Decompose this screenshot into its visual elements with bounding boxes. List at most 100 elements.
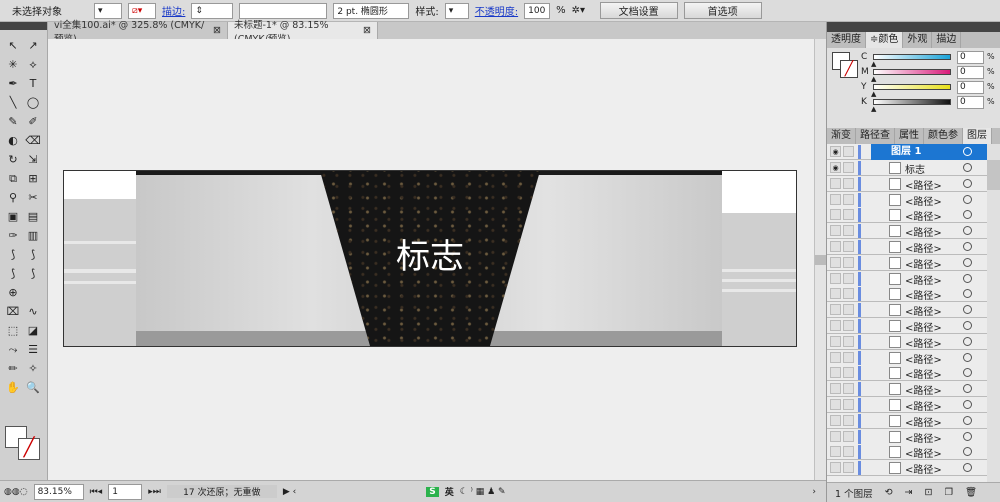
channel-slider[interactable] bbox=[873, 69, 951, 75]
tool-icon[interactable]: ↻ bbox=[4, 152, 22, 168]
panel-tab[interactable]: 颜色参 bbox=[924, 128, 963, 144]
tool-icon[interactable]: ✒ bbox=[4, 76, 22, 92]
target-icon[interactable] bbox=[963, 257, 972, 267]
lock-toggle[interactable] bbox=[843, 462, 854, 474]
visibility-icon[interactable] bbox=[830, 335, 841, 347]
lock-toggle[interactable] bbox=[843, 414, 854, 426]
lock-toggle[interactable] bbox=[843, 256, 854, 268]
hscroll-right[interactable]: › bbox=[812, 487, 816, 497]
layer-item[interactable]: <路径> bbox=[827, 191, 987, 208]
tool-icon[interactable]: ⬚ bbox=[4, 323, 22, 339]
tool-icon[interactable]: ⚲ bbox=[4, 190, 22, 206]
close-icon[interactable]: ⊠ bbox=[363, 25, 371, 36]
opacity-link[interactable]: 不透明度: bbox=[475, 3, 518, 18]
tool-icon[interactable]: ⊞ bbox=[24, 171, 42, 187]
delete-layer-icon[interactable]: 🗑 bbox=[965, 487, 977, 498]
visibility-icon[interactable] bbox=[830, 177, 841, 189]
target-icon[interactable] bbox=[963, 400, 972, 409]
lock-toggle[interactable] bbox=[843, 288, 854, 300]
slider-handle[interactable]: ▲ bbox=[871, 60, 876, 68]
lock-toggle[interactable] bbox=[843, 225, 854, 237]
visibility-icon[interactable] bbox=[830, 272, 841, 284]
target-icon[interactable] bbox=[963, 289, 972, 299]
channel-slider[interactable] bbox=[873, 54, 951, 60]
tool-icon[interactable]: ⊕ bbox=[4, 285, 22, 301]
tab-document-2[interactable]: 未标题-1* @ 83.15% (CMYK/预览)⊠ bbox=[228, 20, 378, 45]
tool-icon[interactable]: ✂ bbox=[24, 190, 42, 206]
zoom-select[interactable]: 83.15% bbox=[33, 483, 84, 500]
tab-document-1[interactable]: vi全集100.ai* @ 325.8% (CMYK/预览)⊠ bbox=[48, 20, 228, 45]
tool-icon[interactable]: ⟆ bbox=[4, 247, 22, 263]
opacity-input[interactable]: 100 bbox=[524, 2, 551, 19]
channel-value[interactable]: 0 bbox=[957, 51, 984, 64]
layer-item[interactable]: <路径> bbox=[827, 365, 987, 382]
tool-icon[interactable]: ✏ bbox=[4, 361, 22, 377]
layers-scrollbar[interactable] bbox=[987, 144, 1000, 482]
layer-item[interactable]: <路径> bbox=[827, 333, 987, 350]
visibility-icon[interactable] bbox=[830, 462, 841, 474]
tool-icon[interactable]: ⌧ bbox=[4, 304, 22, 320]
tool-icon[interactable]: ☰ bbox=[24, 342, 42, 358]
target-icon[interactable] bbox=[963, 305, 972, 315]
visibility-icon[interactable] bbox=[830, 351, 841, 363]
status-menu-arrow[interactable]: ▶ ‹ bbox=[283, 487, 296, 497]
tool-icon[interactable]: ▣ bbox=[4, 209, 22, 225]
visibility-icon[interactable]: ◉ bbox=[830, 146, 841, 157]
channel-value[interactable]: 0 bbox=[957, 66, 984, 79]
target-icon[interactable] bbox=[963, 447, 972, 457]
layer-item[interactable]: <路径> bbox=[827, 254, 987, 271]
visibility-icon[interactable] bbox=[830, 209, 841, 221]
slider-handle[interactable]: ▲ bbox=[871, 105, 876, 113]
tool-icon[interactable]: ◯ bbox=[24, 95, 42, 111]
slider-handle[interactable]: ▲ bbox=[871, 90, 876, 98]
tool-icon[interactable]: ↖ bbox=[4, 38, 22, 54]
recolor-icon[interactable]: ✲▾ bbox=[572, 5, 594, 16]
lock-toggle[interactable] bbox=[843, 146, 854, 157]
style-select[interactable]: ▾ bbox=[444, 2, 469, 19]
tool-icon[interactable]: ⟆ bbox=[24, 266, 42, 282]
visibility-icon[interactable]: ◉ bbox=[830, 162, 841, 173]
tool-icon[interactable]: ⟆ bbox=[4, 266, 22, 282]
lock-toggle[interactable] bbox=[843, 446, 854, 458]
visibility-icon[interactable] bbox=[830, 430, 841, 442]
tool-icon[interactable]: ⌫ bbox=[24, 133, 42, 149]
visibility-icon[interactable] bbox=[830, 414, 841, 426]
channel-value[interactable]: 0 bbox=[957, 81, 984, 94]
lock-toggle[interactable] bbox=[843, 209, 854, 221]
layer-item[interactable]: <路径> bbox=[827, 239, 987, 255]
target-icon[interactable] bbox=[963, 321, 972, 330]
tool-icon[interactable]: T bbox=[24, 76, 42, 92]
layer-item[interactable]: <路径> bbox=[827, 381, 987, 398]
visibility-icon[interactable] bbox=[830, 288, 841, 300]
visibility-icon[interactable] bbox=[830, 304, 841, 316]
ime-language[interactable]: 英 bbox=[445, 485, 454, 498]
visibility-icon[interactable] bbox=[830, 241, 841, 252]
tool-icon[interactable]: ✐ bbox=[24, 114, 42, 130]
panel-tab[interactable]: ≑颜色 bbox=[866, 32, 904, 48]
tool-icon[interactable]: ✎ bbox=[4, 114, 22, 130]
target-icon[interactable] bbox=[963, 242, 972, 251]
tool-icon[interactable]: ✧ bbox=[24, 361, 42, 377]
visibility-icon[interactable] bbox=[830, 320, 841, 331]
tool-icon[interactable]: ✳ bbox=[4, 57, 22, 73]
layer-item[interactable]: <路径> bbox=[827, 412, 987, 429]
tool-icon[interactable]: ⟡ bbox=[24, 57, 42, 73]
ime-logo-icon[interactable]: S bbox=[426, 486, 439, 497]
layer-item[interactable]: <路径> bbox=[827, 460, 987, 477]
lock-toggle[interactable] bbox=[843, 162, 854, 173]
lock-toggle[interactable] bbox=[843, 430, 854, 442]
panel-tab[interactable]: 渐变 bbox=[827, 128, 856, 144]
preferences-button[interactable]: 首选项 bbox=[683, 2, 762, 19]
layer-item[interactable]: <路径> bbox=[827, 318, 987, 334]
tool-icon[interactable]: ⟆ bbox=[24, 247, 42, 263]
lock-toggle[interactable] bbox=[843, 351, 854, 363]
panel-tab[interactable]: 透明度 bbox=[827, 32, 866, 48]
tool-icon[interactable]: ◐ bbox=[4, 133, 22, 149]
layer-item[interactable]: <路径> bbox=[827, 397, 987, 413]
tool-icon[interactable]: ◪ bbox=[24, 323, 42, 339]
slider-handle[interactable]: ▲ bbox=[871, 75, 876, 83]
visibility-icon[interactable] bbox=[830, 399, 841, 410]
panel-tab[interactable]: 外观 bbox=[903, 32, 933, 48]
ime-tools-icon[interactable]: ☾ ⁾ ▦ ♟ ✎ bbox=[460, 487, 506, 497]
lock-toggle[interactable] bbox=[843, 335, 854, 347]
